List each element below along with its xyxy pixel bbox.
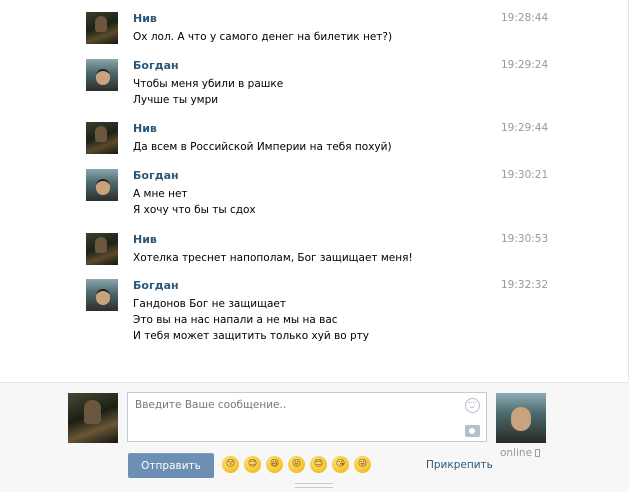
message-text: Да всем в Российской Империи на тебя пох… — [133, 141, 392, 153]
emoji-laughing-icon[interactable]: 😆 — [266, 456, 283, 473]
message-text: Ох лол. А что у самого денег на билетик … — [133, 31, 393, 43]
mobile-phone-icon — [535, 449, 541, 457]
message-text: А мне нет — [133, 188, 188, 200]
author-name[interactable]: Нив — [133, 122, 157, 135]
message-text: Гандонов Бог не защищает — [133, 298, 286, 310]
message-text: Это вы на нас напали а не мы на вас — [133, 314, 338, 326]
emoji-kiss-icon[interactable]: 😘 — [332, 456, 349, 473]
emoji-tongue-icon[interactable]: 😝 — [288, 456, 305, 473]
author-name[interactable]: Богдан — [133, 59, 179, 72]
message-time[interactable]: 19:29:24 — [501, 59, 561, 71]
smile-icon[interactable] — [465, 398, 480, 413]
message-time[interactable]: 19:28:44 — [501, 12, 561, 24]
message-time[interactable]: 19:29:44 — [501, 122, 561, 134]
message-text: И тебя может защитить только хуй во рту — [133, 330, 370, 342]
emoji-blush-icon[interactable]: 😊 — [310, 456, 327, 473]
message-time[interactable]: 19:30:53 — [501, 233, 561, 245]
online-status: online — [500, 447, 541, 459]
avatar[interactable] — [86, 233, 118, 265]
emoji-kissing-icon[interactable]: 😚 — [222, 456, 239, 473]
avatar[interactable] — [86, 169, 118, 201]
avatar[interactable] — [86, 59, 118, 91]
emoji-smile-icon[interactable]: 😊 — [244, 456, 261, 473]
author-name[interactable]: Нив — [133, 12, 157, 25]
emoji-wink-tongue-icon[interactable]: 😜 — [354, 456, 371, 473]
message-composer: Введите Ваше сообщение.. online Отправит… — [0, 382, 629, 492]
my-avatar[interactable] — [68, 393, 118, 443]
resize-handle[interactable] — [295, 483, 333, 488]
author-name[interactable]: Нив — [133, 233, 157, 246]
message-history: Нив 19:28:44 Ох лол. А что у самого дене… — [0, 0, 629, 381]
message-text: Лучше ты умри — [133, 94, 219, 106]
avatar[interactable] — [86, 122, 118, 154]
message-placeholder: Введите Ваше сообщение.. — [135, 399, 287, 411]
message-text: Чтобы меня убили в рашке — [133, 78, 284, 90]
recipient-avatar[interactable] — [496, 393, 546, 443]
camera-icon[interactable] — [465, 425, 480, 437]
author-name[interactable]: Богдан — [133, 279, 179, 292]
avatar[interactable] — [86, 12, 118, 44]
avatar[interactable] — [86, 279, 118, 311]
message-time[interactable]: 19:30:21 — [501, 169, 561, 181]
online-label: online — [500, 447, 533, 459]
message-time[interactable]: 19:32:32 — [501, 279, 561, 291]
message-text: Я хочу что бы ты сдох — [133, 204, 256, 216]
send-button[interactable]: Отправить — [128, 453, 214, 478]
author-name[interactable]: Богдан — [133, 169, 179, 182]
attach-link[interactable]: Прикрепить — [426, 459, 493, 471]
message-input[interactable]: Введите Ваше сообщение.. — [127, 392, 487, 442]
message-text: Хотелка треснет напополам, Бог защищает … — [133, 252, 413, 264]
